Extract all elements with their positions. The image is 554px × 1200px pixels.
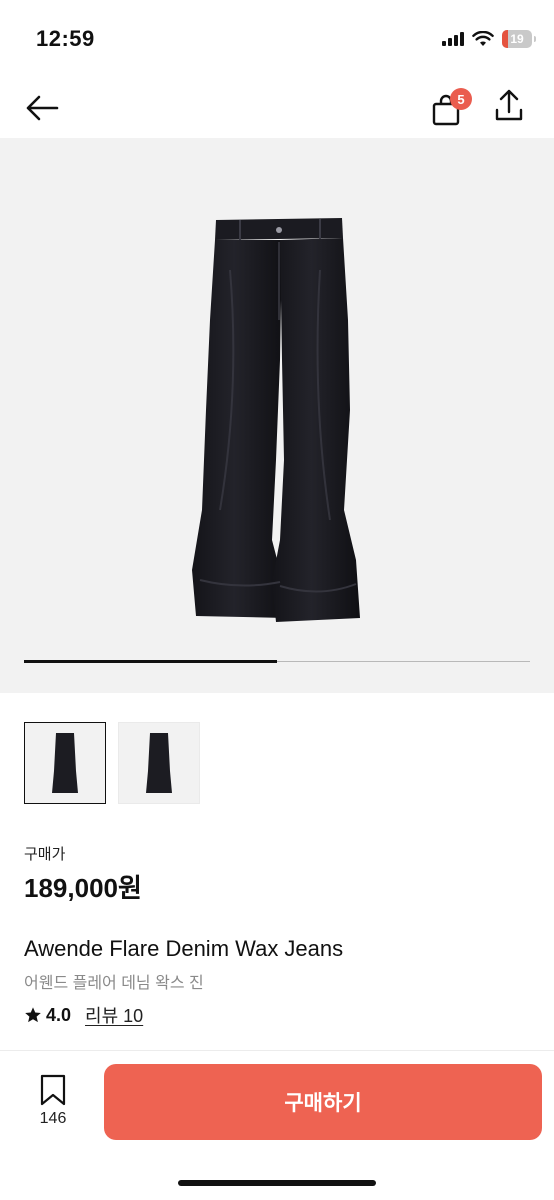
battery-icon: 19 — [502, 30, 536, 48]
image-slider-track — [24, 660, 530, 663]
bookmark-count: 146 — [39, 1110, 67, 1127]
jeans-thumbnail-icon — [52, 733, 78, 793]
back-button[interactable] — [22, 90, 62, 126]
battery-fill — [502, 30, 508, 48]
arrow-left-icon — [26, 95, 59, 121]
jeans-product-image — [192, 218, 360, 622]
price-label: 구매가 — [24, 846, 66, 863]
cellular-signal-icon — [442, 32, 464, 46]
image-slider-progress — [24, 660, 277, 663]
status-time: 12:59 — [36, 26, 95, 51]
wifi-icon — [472, 31, 494, 46]
bookmark-icon — [40, 1074, 66, 1106]
cart-button[interactable]: 5 — [428, 86, 472, 128]
battery-level: 19 — [510, 32, 524, 46]
share-button[interactable] — [494, 88, 530, 128]
thumbnail-2[interactable] — [118, 722, 200, 804]
status-bar: 12:59 19 — [0, 0, 554, 80]
share-upload-icon — [495, 89, 523, 121]
jeans-thumbnail-icon — [146, 733, 172, 793]
rating-value: 4.0 — [46, 1004, 72, 1025]
cart-badge: 5 — [450, 88, 472, 110]
product-price: 189,000원 — [24, 873, 142, 903]
review-link[interactable]: 리뷰 10 — [85, 1002, 143, 1028]
home-indicator — [178, 1180, 376, 1186]
thumbnail-1[interactable] — [24, 722, 106, 804]
status-icons: 19 — [442, 30, 536, 48]
rating-row: 4.0 리뷰 10 — [24, 1002, 143, 1028]
product-image-gallery[interactable] — [0, 138, 554, 693]
product-name-korean: 어웬드 플레어 데님 왁스 진 — [24, 975, 204, 992]
nav-bar: 5 — [0, 80, 554, 138]
star-icon — [25, 1007, 41, 1023]
bookmark-button[interactable]: 146 — [30, 1074, 76, 1134]
product-name: Awende Flare Denim Wax Jeans — [24, 936, 344, 961]
thumbnail-list — [24, 722, 200, 804]
buy-button[interactable]: 구매하기 — [104, 1064, 542, 1140]
divider — [0, 1050, 554, 1051]
